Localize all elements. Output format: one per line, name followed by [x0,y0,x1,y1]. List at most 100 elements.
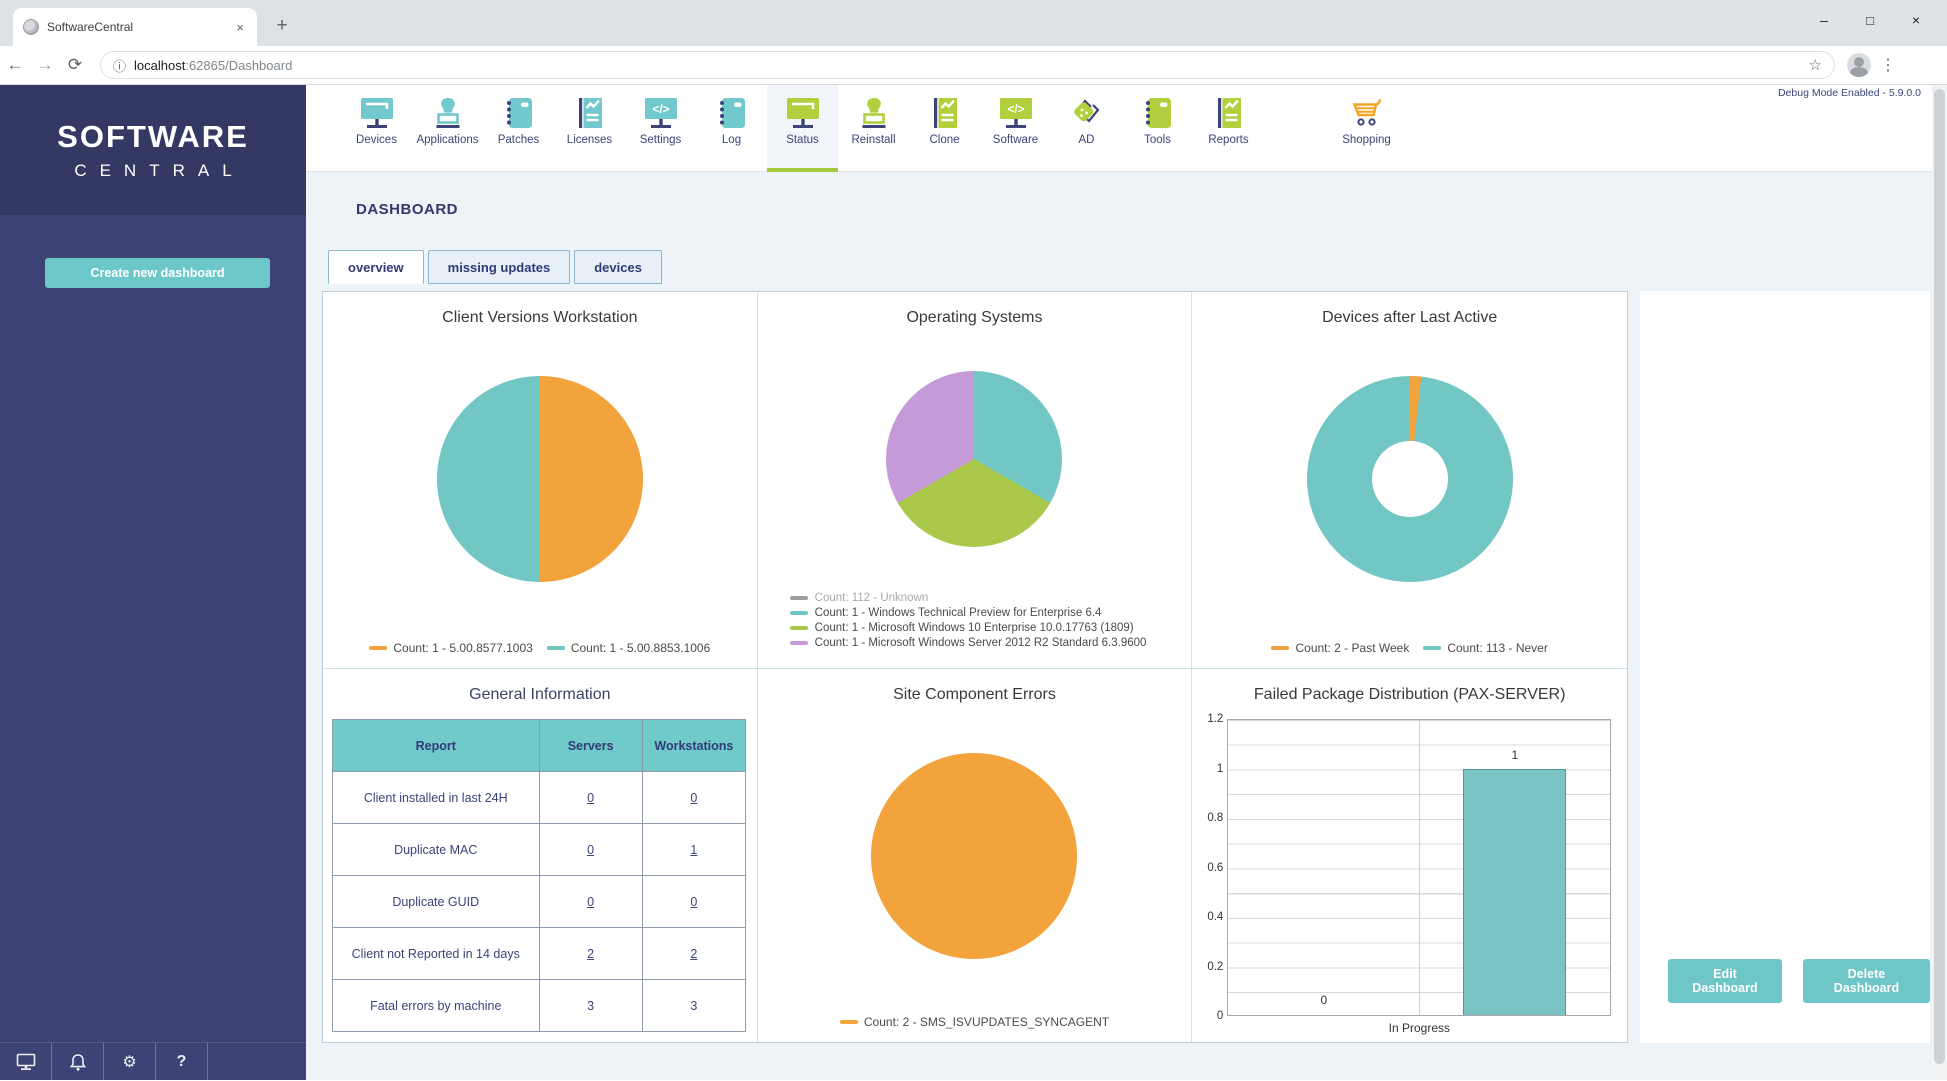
legend-item[interactable]: Count: 1 - 5.00.8853.1006 [547,641,710,655]
browser-tab[interactable]: SoftwareCentral × [13,8,257,46]
toolbar-label: Reinstall [851,134,895,146]
reload-icon[interactable]: ⟳ [60,55,90,75]
help-icon[interactable]: ? [156,1043,208,1081]
toolbar-item-reports[interactable]: Reports [1193,85,1264,172]
toolbar-item-licenses[interactable]: Licenses [554,85,625,172]
toolbar-item-status[interactable]: Status [767,85,838,172]
toolbar-item-ad[interactable]: AD [1051,85,1122,172]
browser-menu-icon[interactable]: ⋮ [1873,55,1903,75]
forward-icon[interactable]: → [30,55,60,75]
toolbar-item-settings[interactable]: </> Settings [625,85,696,172]
tab-title: SoftwareCentral [47,20,225,34]
maximize-button[interactable]: □ [1847,0,1893,40]
legend-item[interactable]: Count: 1 - 5.00.8577.1003 [369,641,532,655]
bar-value-label: 0 [1320,993,1327,1007]
legend-swatch [1271,646,1289,650]
module-toolbar: Devices Applications Patches Licenses </… [306,85,1947,172]
workstations-count-link[interactable]: 0 [642,876,745,928]
legend-item[interactable]: Count: 2 - SMS_ISVUPDATES_SYNCAGENT [840,1015,1109,1029]
legend-label: Count: 112 - Unknown [815,592,929,604]
toolbar-item-software[interactable]: </> Software [980,85,1051,172]
report-name-cell: Duplicate GUID [333,876,540,928]
close-button[interactable]: × [1893,0,1939,40]
tab-overview[interactable]: overview [328,250,424,284]
toolbar-item-tools[interactable]: Tools [1122,85,1193,172]
toolbar-item-shopping[interactable]: Shopping [1331,85,1402,172]
url-bar[interactable]: ⓘ localhost:62865/Dashboard ☆ [100,51,1835,79]
minimize-button[interactable]: – [1801,0,1847,40]
edit-dashboard-button[interactable]: Edit Dashboard [1668,959,1782,1003]
workstations-count-link[interactable]: 1 [642,824,745,876]
legend-item[interactable]: Count: 1 - Windows Technical Preview for… [790,607,1147,619]
legend-item[interactable]: Count: 1 - Microsoft Windows Server 2012… [790,637,1147,649]
toolbar-label: Software [993,134,1038,146]
y-axis-tick: 1 [1196,763,1223,775]
tab-missing-updates[interactable]: missing updates [428,250,571,284]
toolbar-label: Devices [356,134,397,146]
legend-item[interactable]: Count: 1 - Microsoft Windows 10 Enterpri… [790,622,1147,634]
servers-count-link[interactable]: 0 [539,772,642,824]
workstations-count-value: 3 [642,980,745,1032]
toolbar-label: AD [1079,134,1095,146]
servers-count-link[interactable]: 0 [539,824,642,876]
chart-title: Client Versions Workstation [323,309,757,327]
legend-item[interactable]: Count: 113 - Never [1423,641,1548,655]
panel-failed-package-distribution: Failed Package Distribution (PAX-SERVER)… [1192,669,1627,1042]
chart-title: General Information [323,686,757,704]
toolbar-label: Settings [640,134,682,146]
back-icon[interactable]: ← [0,55,30,75]
workstations-count-link[interactable]: 0 [642,772,745,824]
bookmark-star-icon[interactable]: ☆ [1809,56,1822,74]
legend-item[interactable]: Count: 2 - Past Week [1271,641,1409,655]
toolbar-label: Applications [416,134,478,146]
create-new-dashboard-button[interactable]: Create new dashboard [45,258,270,288]
servers-count-link[interactable]: 0 [539,876,642,928]
legend-label: Count: 2 - SMS_ISVUPDATES_SYNCAGENT [864,1015,1109,1029]
x-axis-label: In Progress [1227,1021,1611,1035]
chart-legend: Count: 2 - SMS_ISVUPDATES_SYNCAGENT [758,1015,1192,1029]
y-axis-tick: 0.8 [1196,812,1223,824]
pie-chart [871,753,1077,959]
notifications-bell-icon[interactable] [52,1043,104,1081]
chart-legend: Count: 1 - 5.00.8577.1003 Count: 1 - 5.0… [323,641,757,655]
y-axis-tick: 0.6 [1196,862,1223,874]
toolbar-item-log[interactable]: Log [696,85,767,172]
bar-chart-plot: 1 0 [1227,719,1611,1016]
delete-dashboard-button[interactable]: Delete Dashboard [1803,959,1930,1003]
notebook-icon [714,96,750,130]
settings-gear-icon[interactable]: ⚙ [104,1043,156,1081]
toolbar-item-reinstall[interactable]: Reinstall [838,85,909,172]
code-monitor-icon: </> [643,96,679,130]
report-name-cell: Duplicate MAC [333,824,540,876]
new-tab-button[interactable]: + [268,12,296,40]
legend-label: Count: 1 - 5.00.8853.1006 [571,641,710,655]
debug-mode-text: Debug Mode Enabled - 5.9.0.0 [1778,87,1921,99]
scrollbar-thumb[interactable] [1934,89,1945,1064]
toolbar-item-clone[interactable]: Clone [909,85,980,172]
servers-count-link[interactable]: 2 [539,928,642,980]
code-monitor-icon: </> [998,96,1034,130]
toolbar-item-patches[interactable]: Patches [483,85,554,172]
tab-close-icon[interactable]: × [233,20,247,35]
remote-desktop-icon[interactable] [0,1043,52,1081]
legend-swatch [547,646,565,650]
chart-title: Site Component Errors [758,686,1192,704]
legend-label: Count: 1 - Microsoft Windows 10 Enterpri… [815,622,1134,634]
table-row: Client installed in last 24H 0 0 [333,772,746,824]
panel-devices-after-last-active: Devices after Last Active Count: 2 - Pas… [1192,292,1627,669]
patch-icon [1069,96,1105,130]
panel-client-versions-workstation: Client Versions Workstation Count: 1 - 5… [323,292,758,669]
legend-label: Count: 1 - Microsoft Windows Server 2012… [815,637,1147,649]
toolbar-item-devices[interactable]: Devices [341,85,412,172]
legend-item[interactable]: Count: 112 - Unknown [790,592,1147,604]
notebook-icon [501,96,537,130]
site-info-icon[interactable]: ⓘ [113,56,126,75]
dashboard-tabs: overview missing updates devices [328,250,662,284]
workstations-count-link[interactable]: 2 [642,928,745,980]
toolbar-item-applications[interactable]: Applications [412,85,483,172]
tab-devices[interactable]: devices [574,250,662,284]
profile-avatar[interactable] [1847,53,1871,77]
servers-count-value: 3 [539,980,642,1032]
monitor-icon [359,96,395,130]
y-axis-tick: 0 [1196,1010,1223,1022]
